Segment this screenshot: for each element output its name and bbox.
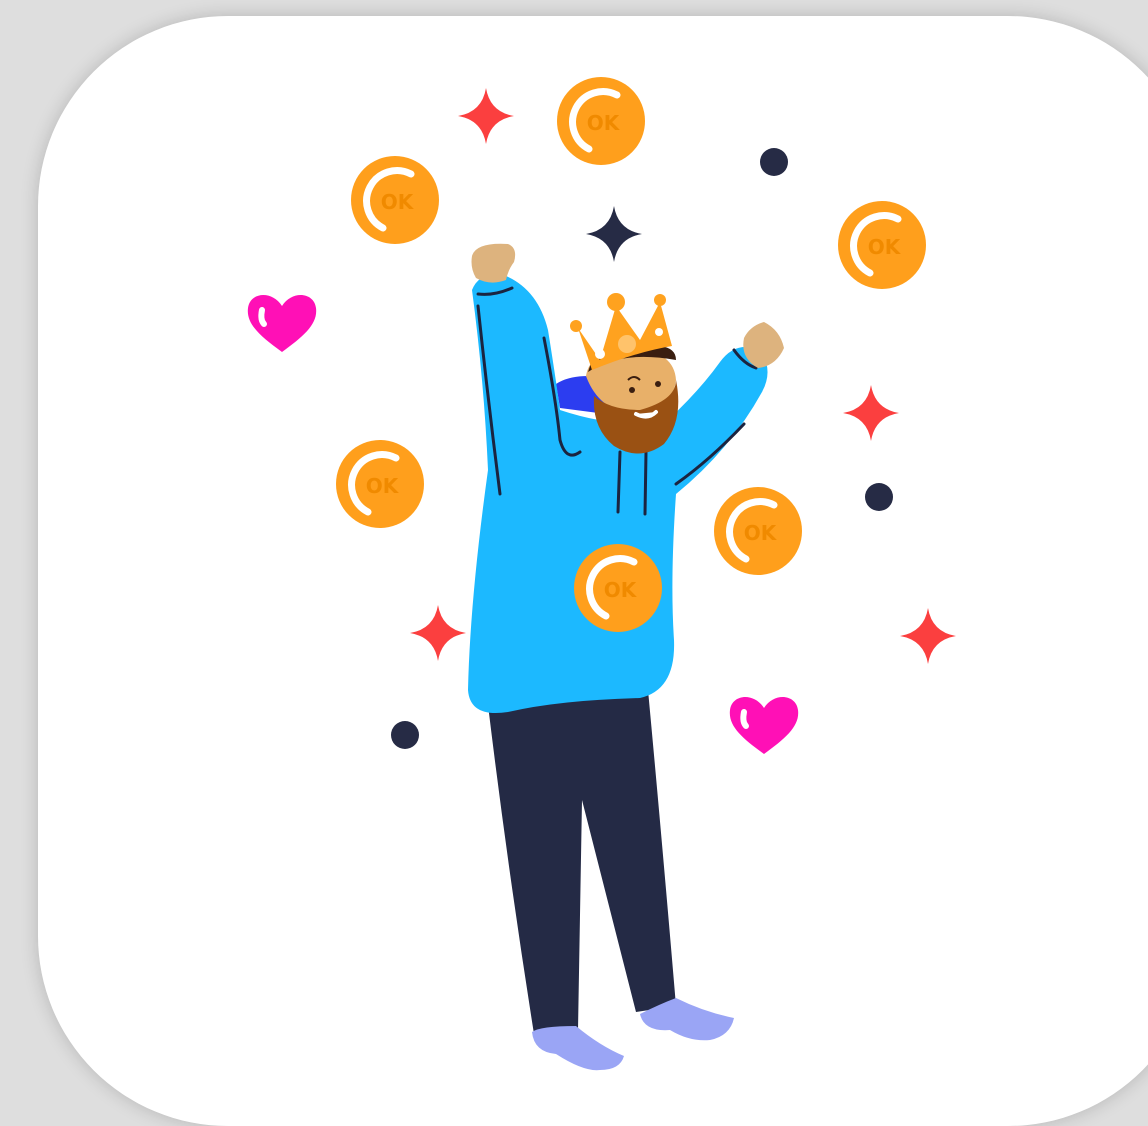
svg-text:OK: OK bbox=[587, 111, 621, 135]
right-fist bbox=[743, 322, 784, 368]
heart-icon bbox=[247, 294, 317, 352]
heart-icon bbox=[729, 696, 799, 754]
celebration-illustration: OK OK OK OK OK OK bbox=[247, 0, 956, 1071]
left-fist bbox=[471, 243, 516, 283]
svg-text:OK: OK bbox=[604, 578, 638, 602]
svg-text:OK: OK bbox=[868, 235, 902, 259]
left-sock bbox=[532, 1026, 624, 1071]
dot-decoration bbox=[865, 483, 893, 511]
svg-text:OK: OK bbox=[366, 474, 400, 498]
dark-sparkle-icon bbox=[586, 206, 642, 262]
red-sparkle-icon bbox=[900, 608, 956, 664]
dot-decoration bbox=[760, 148, 788, 176]
red-sparkle-icon bbox=[458, 88, 514, 144]
ok-coin-icon: OK bbox=[336, 440, 424, 528]
ok-coin-icon: OK bbox=[838, 201, 926, 289]
pants bbox=[488, 690, 676, 1034]
ok-coin-icon: OK bbox=[351, 156, 439, 244]
svg-text:OK: OK bbox=[744, 521, 778, 545]
ok-coin-icon: OK bbox=[557, 77, 645, 165]
dot-decoration bbox=[391, 721, 419, 749]
red-sparkle-icon bbox=[410, 605, 466, 661]
red-sparkle-icon bbox=[843, 385, 899, 441]
ok-coin-icon: OK bbox=[574, 544, 662, 632]
ok-coin-icon: OK bbox=[714, 487, 802, 575]
svg-text:OK: OK bbox=[381, 190, 415, 214]
